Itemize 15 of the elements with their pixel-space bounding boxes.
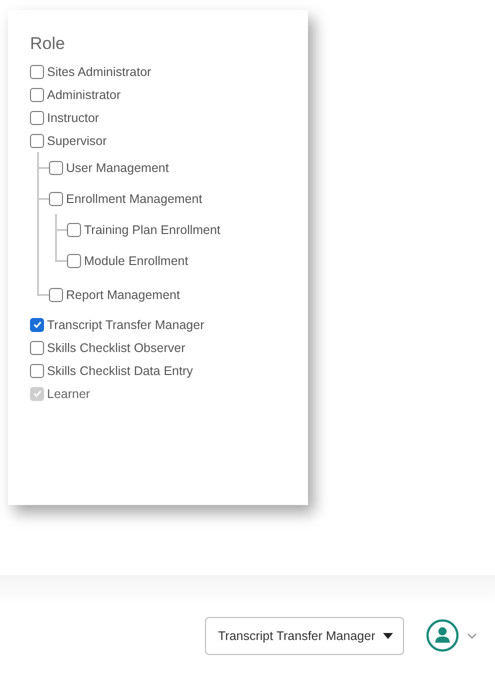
- role-label: Training Plan Enrollment: [84, 222, 220, 236]
- role-label: Administrator: [47, 88, 121, 102]
- role-dropdown[interactable]: Transcript Transfer Manager: [205, 617, 404, 655]
- role-label: User Management: [66, 160, 169, 174]
- role-label: Transcript Transfer Manager: [47, 318, 204, 332]
- role-label: Enrollment Management: [66, 192, 202, 206]
- role-label: Skills Checklist Data Entry: [47, 364, 193, 378]
- role-label: Instructor: [47, 110, 100, 124]
- panel-title: Role: [30, 34, 66, 54]
- role-label: Report Management: [66, 288, 180, 302]
- role-label: Module Enrollment: [84, 254, 188, 268]
- role-label: Supervisor: [47, 134, 107, 148]
- role-label: Skills Checklist Observer: [47, 340, 186, 354]
- role-label: Sites Administrator: [47, 64, 152, 78]
- role-label: Learner: [47, 386, 90, 400]
